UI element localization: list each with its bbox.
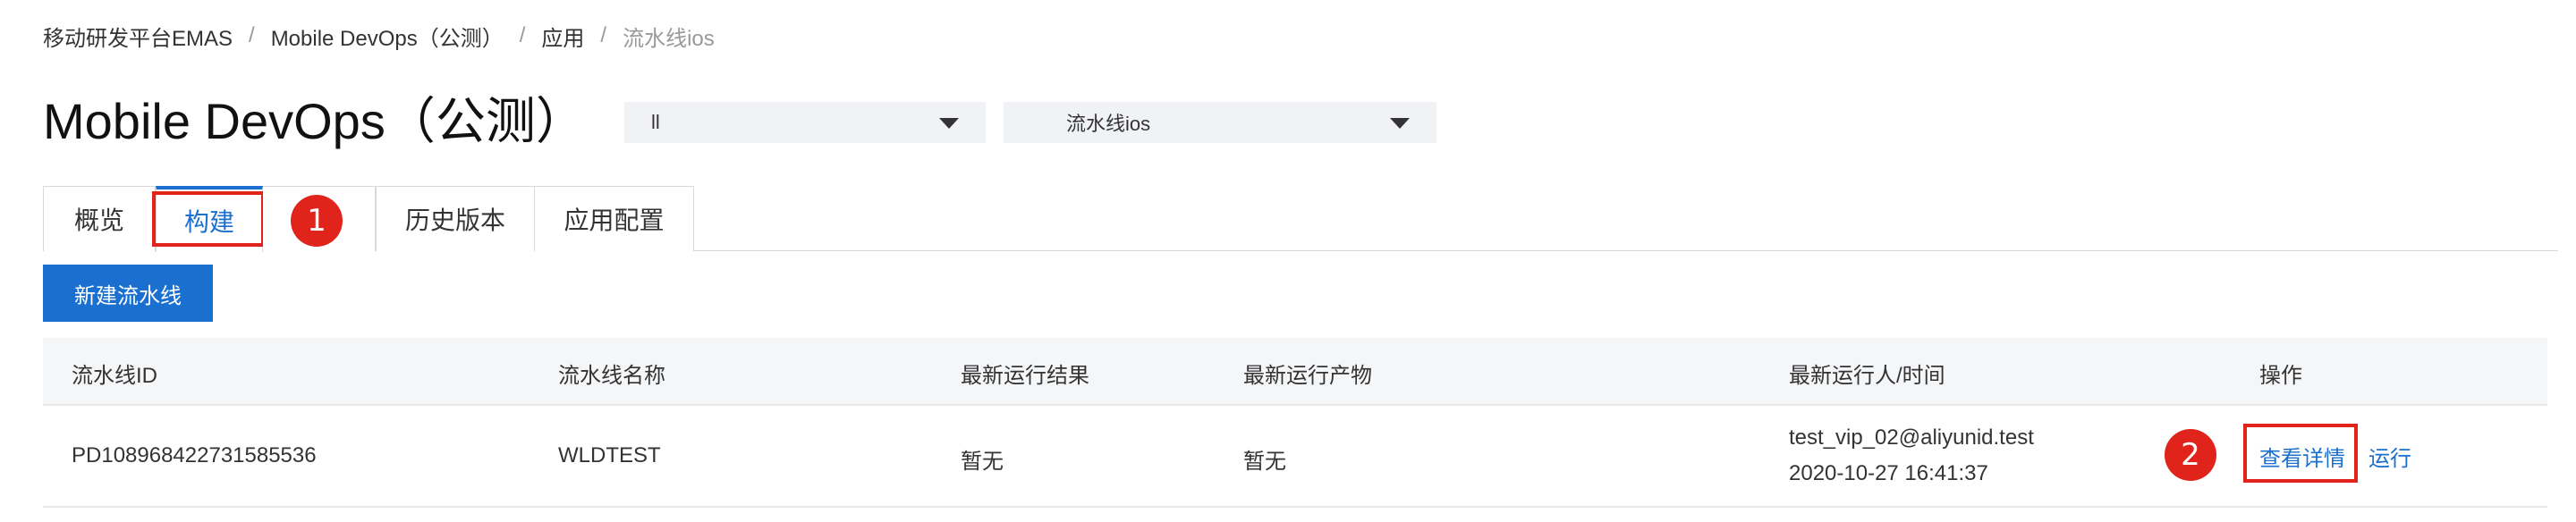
pipeline-select-value: 流水线ios — [1066, 113, 1151, 135]
run-link[interactable]: 运行 — [2368, 441, 2411, 472]
annotation-badge-1: 1 — [291, 195, 343, 247]
breadcrumb-current: 流水线ios — [623, 26, 715, 51]
view-details-link[interactable]: 查看详情 — [2259, 441, 2345, 472]
breadcrumb-item-app[interactable]: 应用 — [541, 21, 584, 52]
tab-label: 应用配置 — [564, 206, 665, 234]
column-header-actions: 操作 — [2259, 364, 2302, 388]
new-pipeline-button[interactable]: 新建流水线 — [43, 265, 213, 322]
tab-history[interactable]: 历史版本 — [376, 186, 535, 251]
pipeline-id: PD108968422731585536 — [72, 443, 317, 467]
page-title: Mobile DevOps（公测） — [43, 93, 586, 149]
latest-artifact: 暂无 — [1243, 450, 1286, 474]
breadcrumb-separator: / — [519, 23, 526, 47]
breadcrumb-item-devops[interactable]: Mobile DevOps（公测） — [271, 21, 504, 52]
tab-overview[interactable]: 概览 — [43, 186, 156, 251]
latest-run-time: 2020-10-27 16:41:37 — [1789, 461, 1988, 485]
breadcrumb: 移动研发平台EMAS / Mobile DevOps（公测） / 应用 / 流水… — [43, 20, 715, 52]
column-header-artifact: 最新运行产物 — [1243, 364, 1372, 388]
column-header-runner-time: 最新运行人/时间 — [1789, 364, 1945, 388]
annotation-badge-2: 2 — [2165, 429, 2216, 481]
latest-runner: test_vip_02@aliyunid.test — [1789, 425, 2034, 450]
tab-label: 历史版本 — [404, 206, 505, 234]
breadcrumb-separator: / — [600, 23, 607, 47]
breadcrumb-separator: / — [249, 23, 255, 47]
app-select-value: ll — [651, 111, 660, 133]
annotation-highlight-build-tab — [152, 191, 265, 247]
chevron-down-icon — [939, 118, 959, 129]
table-divider — [43, 506, 2547, 508]
tab-label: 概览 — [73, 206, 124, 234]
chevron-down-icon — [1390, 118, 1410, 129]
breadcrumb-item-emas[interactable]: 移动研发平台EMAS — [43, 21, 233, 52]
column-header-result: 最新运行结果 — [961, 364, 1089, 388]
latest-result: 暂无 — [961, 450, 1004, 474]
tab-app-config[interactable]: 应用配置 — [535, 186, 694, 251]
pipeline-name: WLDTEST — [558, 443, 661, 467]
column-header-name: 流水线名称 — [558, 364, 665, 388]
pipeline-select[interactable]: 流水线ios — [1004, 102, 1436, 143]
app-select[interactable]: ll — [624, 102, 986, 143]
column-header-id: 流水线ID — [72, 364, 157, 388]
